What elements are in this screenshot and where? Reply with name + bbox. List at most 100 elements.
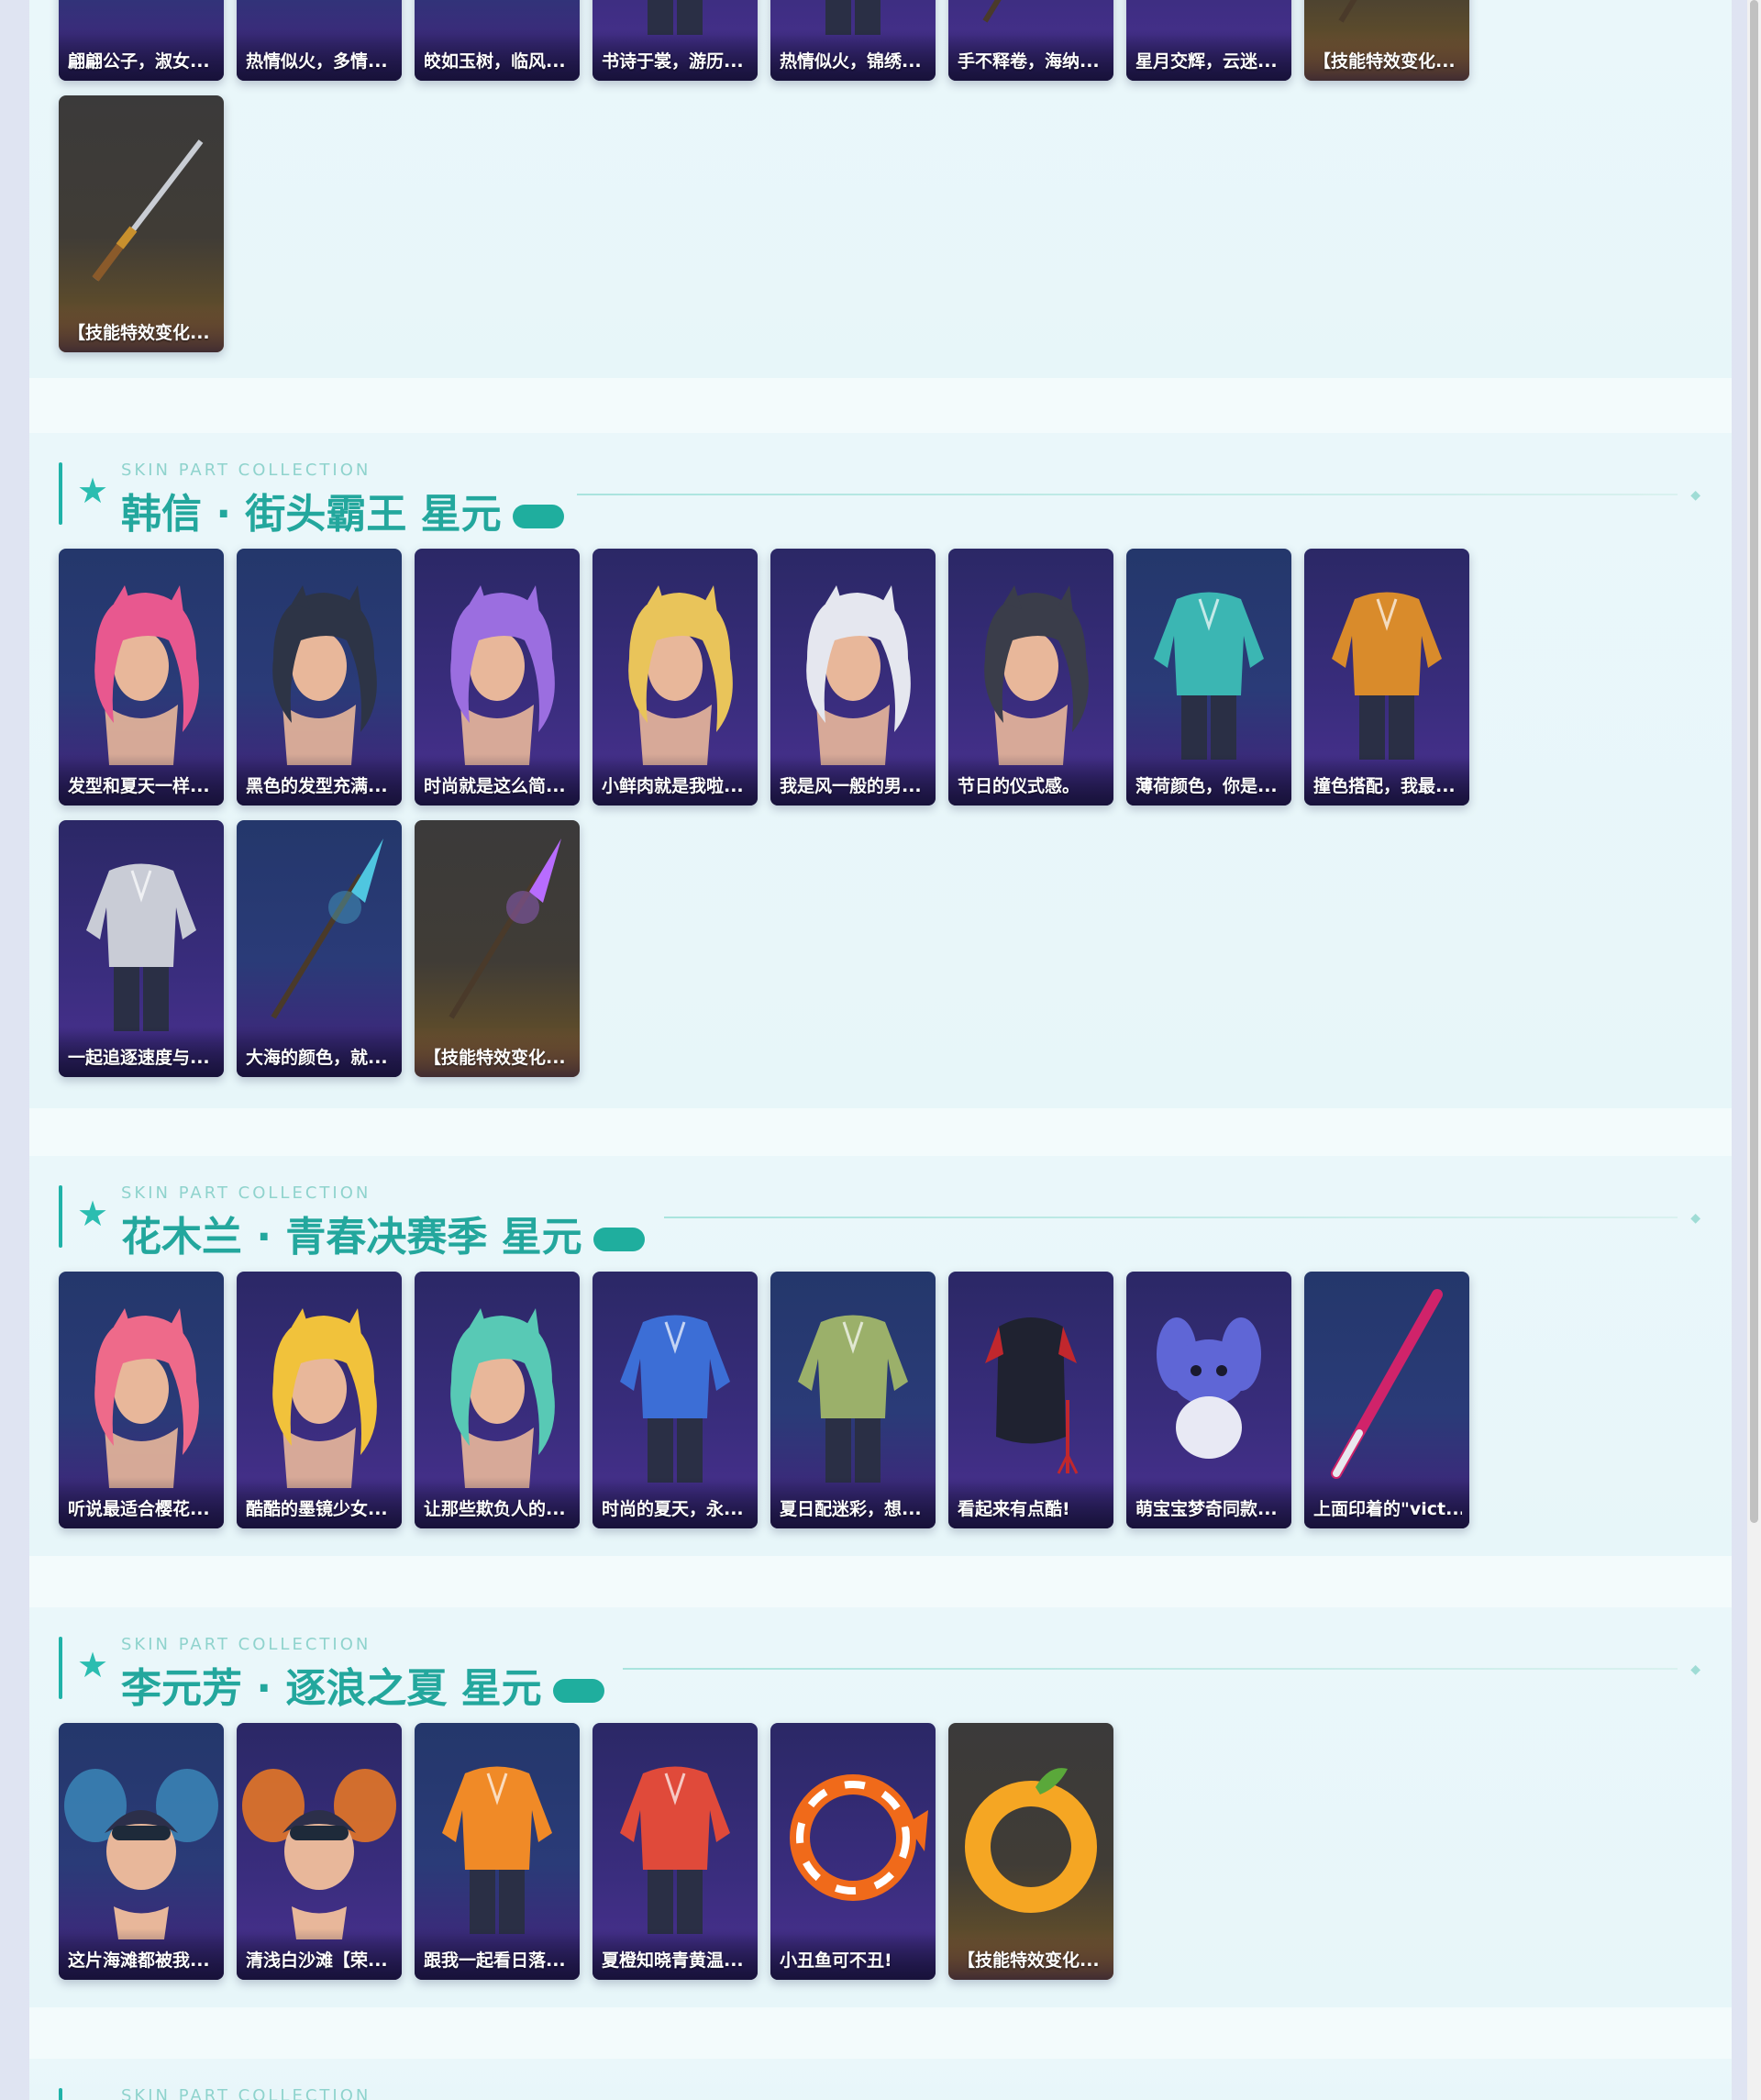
skin-part-card[interactable]: 手不释卷，海纳... — [948, 0, 1113, 81]
spear-icon — [415, 820, 580, 1037]
card-label: 【技能特效变化... — [1313, 51, 1456, 72]
header-accent-bar — [59, 1185, 62, 1248]
skin-part-card[interactable]: 【技能特效变化... — [1304, 0, 1469, 81]
skin-part-card[interactable]: 夏日配迷彩，想... — [770, 1272, 936, 1528]
header-accent-bar — [59, 2088, 62, 2100]
section-title: 李元芳 · 逐浪之夏 星元 — [121, 1655, 604, 1714]
card-label: 听说最适合樱花... — [68, 1499, 210, 1519]
skin-part-card[interactable]: 发型和夏天一样... — [59, 549, 224, 806]
skin-part-card[interactable]: 夏橙知晓青黄温... — [593, 1723, 758, 1980]
skin-part-card[interactable]: 上面印着的"vict... — [1304, 1272, 1469, 1528]
hair-head-icon — [948, 549, 1113, 765]
skin-part-card[interactable]: 翩翩公子，淑女... — [59, 0, 224, 81]
card-label: 薄荷颜色，你是... — [1135, 776, 1278, 796]
scrollbar-thumb[interactable] — [1750, 0, 1758, 1523]
skin-part-card[interactable]: 大海的颜色，就... — [237, 820, 402, 1077]
skin-part-card[interactable]: 清浅白沙滩【荣... — [237, 1723, 402, 1980]
card-label: 时尚就是这么简... — [424, 776, 566, 796]
section-next: SKIN PART COLLECTION — [29, 2059, 1732, 2100]
skin-part-card[interactable]: 跟我一起看日落... — [415, 1723, 580, 1980]
hat-head-icon — [59, 1723, 224, 1939]
section-gap — [29, 2007, 1732, 2059]
section-header: ★ SKIN PART COLLECTION 李元芳 · 逐浪之夏 星元 ◆ — [59, 1635, 1700, 1712]
skin-part-card[interactable]: 小鲜肉就是我啦... — [593, 549, 758, 806]
jacket-icon — [1304, 549, 1469, 765]
card-label: 让那些欺负人的... — [424, 1499, 566, 1519]
card-label: 萌宝宝梦奇同款... — [1135, 1499, 1278, 1519]
card-label: 撞色搭配，我最... — [1313, 776, 1456, 796]
section-badge — [593, 1228, 645, 1251]
hair-head-icon — [59, 1272, 224, 1488]
plush-icon — [1126, 1272, 1291, 1488]
skin-part-card[interactable]: 酷酷的墨镜少女... — [237, 1272, 402, 1528]
skin-part-card[interactable]: 黑色的发型充满... — [237, 549, 402, 806]
card-label: 热情似火，多情... — [246, 51, 388, 72]
section-liyuanfang: ★ SKIN PART COLLECTION 李元芳 · 逐浪之夏 星元 ◆ 这… — [29, 1607, 1732, 2007]
card-label: 【技能特效变化... — [68, 323, 210, 343]
card-label: 书诗于裳，游历... — [602, 51, 744, 72]
card-label: 星月交辉，云迷... — [1135, 51, 1278, 72]
card-label: 时尚的夏天，永... — [602, 1499, 744, 1519]
section-subtitle: SKIN PART COLLECTION — [121, 1635, 371, 1654]
skin-part-card[interactable]: 薄荷颜色，你是... — [1126, 549, 1291, 806]
skin-part-card[interactable]: 看起来有点酷! — [948, 1272, 1113, 1528]
section-gap — [29, 1108, 1732, 1156]
star-icon: ★ — [77, 1645, 109, 1685]
skin-part-card[interactable]: 节日的仪式感。 — [948, 549, 1113, 806]
skin-part-card[interactable]: 这片海滩都被我... — [59, 1723, 224, 1980]
skin-part-card[interactable]: 书诗于裳，游历... — [593, 0, 758, 81]
skin-part-card[interactable]: 听说最适合樱花... — [59, 1272, 224, 1528]
skin-part-card[interactable]: 萌宝宝梦奇同款... — [1126, 1272, 1291, 1528]
page-container: 翩翩公子，淑女... 热情似火，多情... 皎如玉树，临风... 书诗于裳，游历… — [29, 0, 1732, 2100]
card-label: 大海的颜色，就... — [246, 1048, 388, 1068]
card-label: 看起来有点酷! — [958, 1499, 1070, 1519]
card-label: 手不释卷，海纳... — [958, 51, 1100, 72]
diamond-icon: ◆ — [1690, 488, 1700, 503]
section-subtitle: SKIN PART COLLECTION — [121, 461, 371, 480]
card-label: 【技能特效变化... — [958, 1950, 1100, 1971]
section-mulan: ★ SKIN PART COLLECTION 花木兰 · 青春决赛季 星元 ◆ … — [29, 1156, 1732, 1556]
card-label: 翩翩公子，淑女... — [68, 51, 210, 72]
jacket-icon — [59, 820, 224, 1037]
skin-part-card[interactable]: 撞色搭配，我最... — [1304, 549, 1469, 806]
skin-part-card[interactable]: 热情似火，锦绣... — [770, 0, 936, 81]
card-label: 节日的仪式感。 — [958, 776, 1080, 796]
card-label: 跟我一起看日落... — [424, 1950, 566, 1971]
diamond-icon: ◆ — [1690, 1211, 1700, 1226]
fish-icon — [770, 1723, 936, 1939]
card-label: 小丑鱼可不丑! — [780, 1950, 892, 1971]
hair-head-icon — [237, 1272, 402, 1488]
jacket-icon — [1126, 549, 1291, 765]
hat-head-icon — [237, 1723, 402, 1939]
skin-part-card[interactable]: 我是风一般的男... — [770, 549, 936, 806]
section-previous: 翩翩公子，淑女... 热情似火，多情... 皎如玉树，临风... 书诗于裳，游历… — [29, 0, 1732, 378]
skin-part-card[interactable]: 让那些欺负人的... — [415, 1272, 580, 1528]
skin-part-card[interactable]: 皎如玉树，临风... — [415, 0, 580, 81]
section-gap — [29, 1556, 1732, 1607]
section-title: 韩信 · 街头霸王 星元 — [121, 481, 564, 539]
skin-part-card[interactable]: 时尚就是这么简... — [415, 549, 580, 806]
hair-head-icon — [593, 549, 758, 765]
skin-part-card[interactable]: 【技能特效变化... — [948, 1723, 1113, 1980]
skin-part-card[interactable]: 时尚的夏天，永... — [593, 1272, 758, 1528]
header-divider — [664, 1217, 1678, 1218]
skin-part-card[interactable]: 星月交辉，云迷... — [1126, 0, 1291, 81]
section-header: SKIN PART COLLECTION — [59, 2086, 1700, 2100]
skin-part-card[interactable]: 热情似火，多情... — [237, 0, 402, 81]
hair-head-icon — [770, 549, 936, 765]
outfit-icon — [415, 1723, 580, 1939]
card-label: 夏日配迷彩，想... — [780, 1499, 922, 1519]
skin-part-card[interactable]: 【技能特效变化... — [415, 820, 580, 1077]
header-accent-bar — [59, 1637, 62, 1699]
section-badge — [552, 1679, 604, 1703]
header-divider — [623, 1668, 1678, 1670]
backpack-icon — [948, 1272, 1113, 1488]
card-label: 酷酷的墨镜少女... — [246, 1499, 388, 1519]
skin-part-card[interactable]: 一起追逐速度与... — [59, 820, 224, 1077]
section-subtitle: SKIN PART COLLECTION — [121, 1183, 371, 1203]
card-label: 热情似火，锦绣... — [780, 51, 922, 72]
skin-part-card[interactable]: 小丑鱼可不丑! — [770, 1723, 936, 1980]
skin-part-card[interactable]: 【技能特效变化... — [59, 95, 224, 352]
card-label: 黑色的发型充满... — [246, 776, 388, 796]
card-label: 我是风一般的男... — [780, 776, 922, 796]
